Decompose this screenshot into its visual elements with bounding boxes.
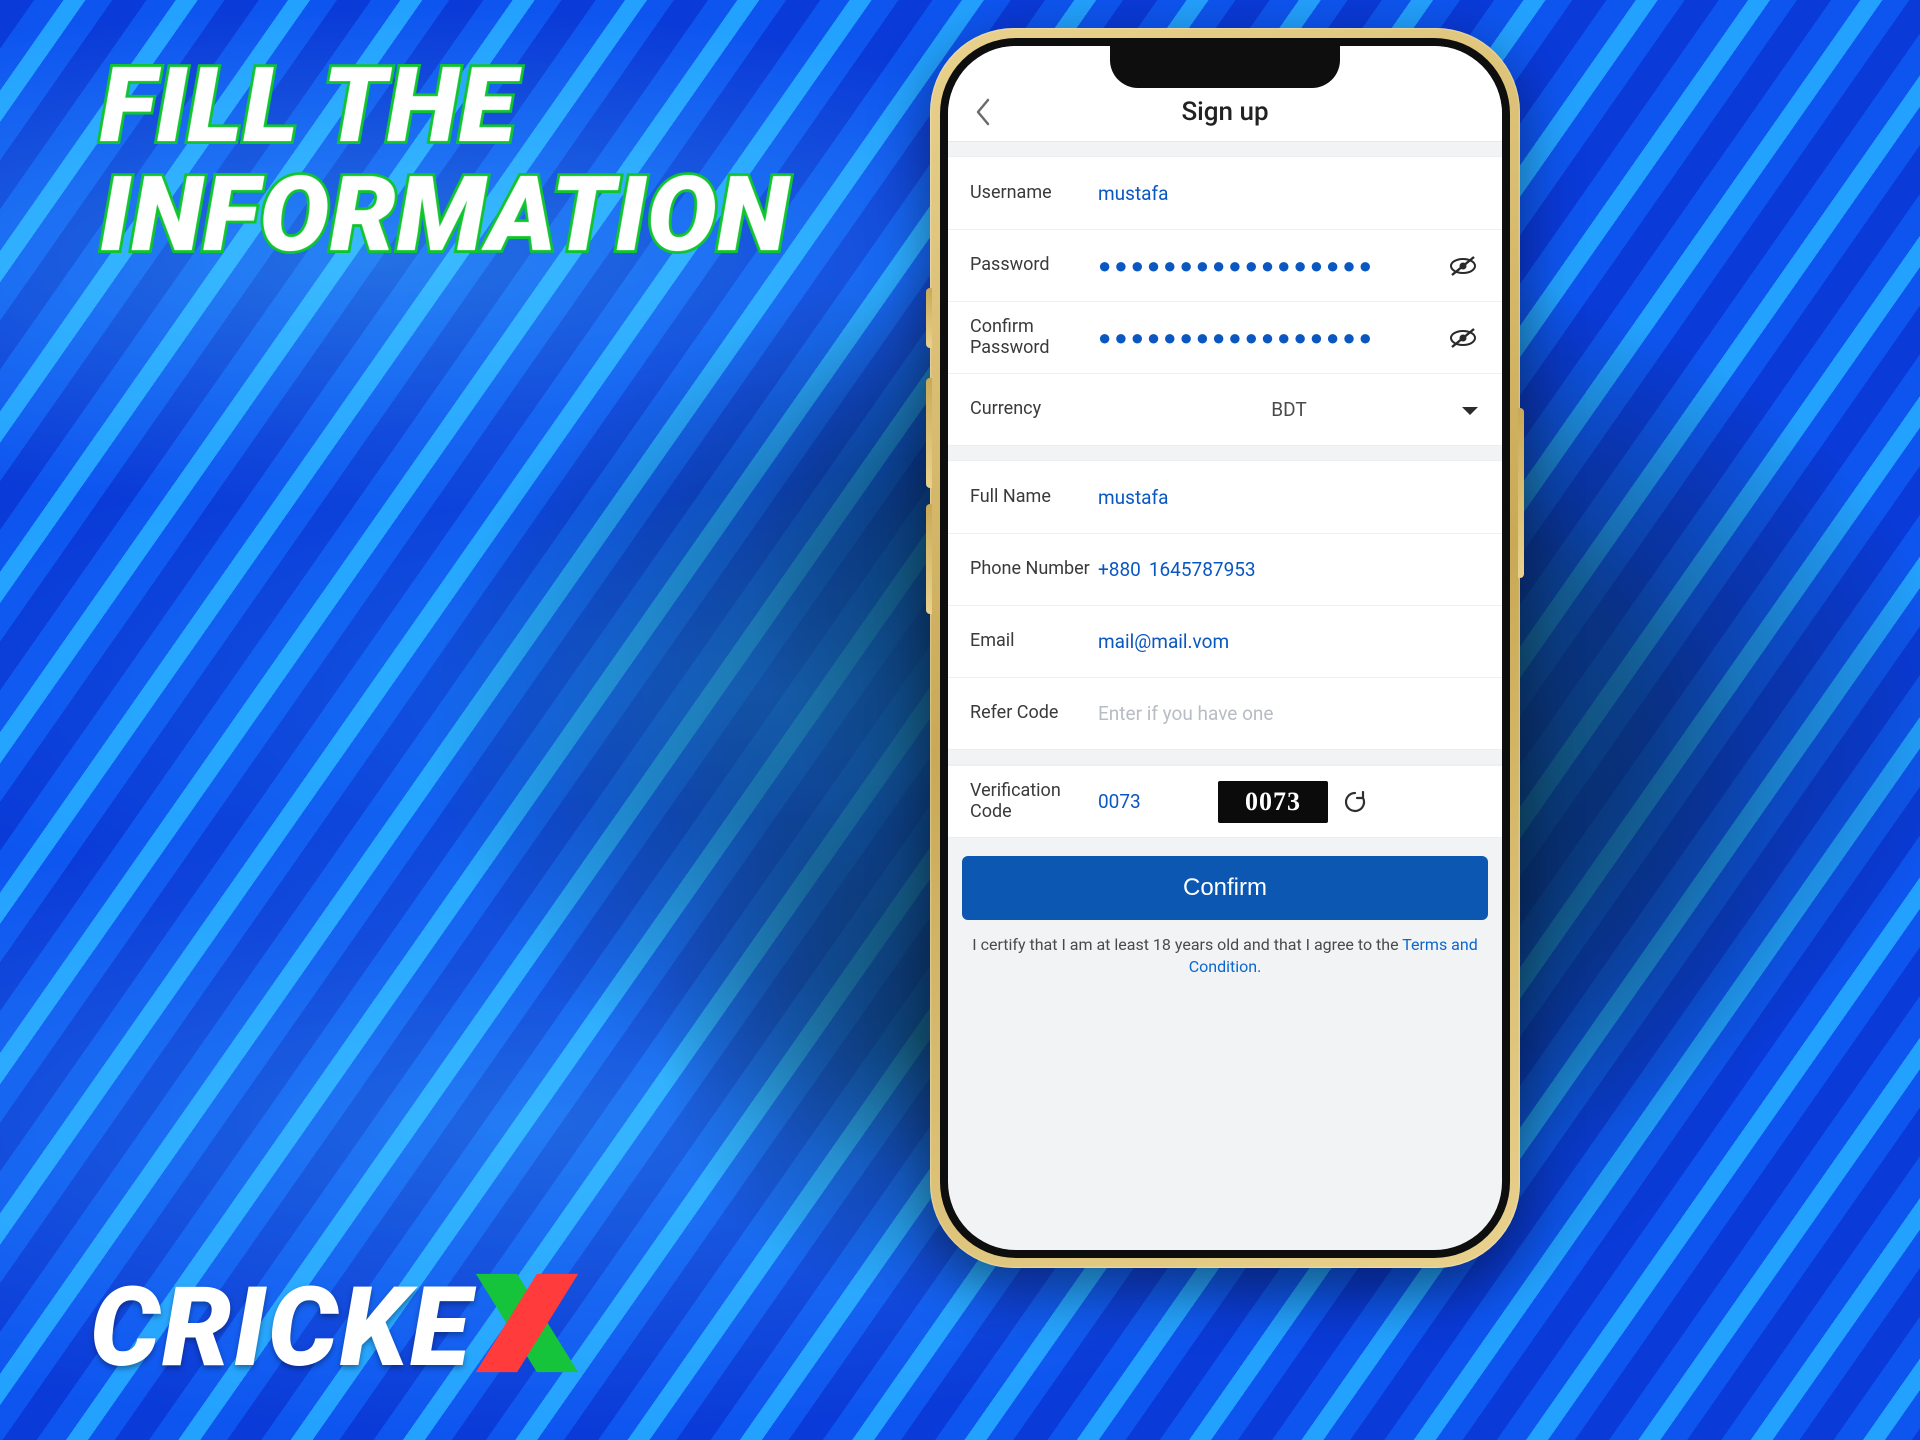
page-title: Sign up (1181, 97, 1268, 127)
eye-off-icon (1449, 327, 1477, 349)
phone-country-code[interactable]: +880 (1098, 558, 1141, 581)
full-name-input[interactable] (1098, 486, 1480, 509)
username-input[interactable] (1098, 182, 1480, 205)
label-username: Username (970, 183, 1098, 204)
refer-code-input[interactable] (1098, 702, 1480, 725)
label-verification-code: Verification Code (970, 781, 1098, 822)
personal-group: Full Name Phone Number +880 (948, 460, 1502, 750)
phone-side-button (1518, 408, 1524, 578)
back-button[interactable] (966, 95, 1000, 129)
password-mask[interactable]: ●●●●●●●●●●●●●●●●● (1098, 255, 1375, 277)
eye-off-icon (1449, 255, 1477, 277)
label-currency: Currency (970, 399, 1098, 420)
confirm-button[interactable]: Confirm (962, 856, 1488, 920)
label-phone: Phone Number (970, 559, 1098, 580)
brand-logo: CRICKE (90, 1263, 582, 1392)
currency-value: BDT (1271, 398, 1306, 421)
verification-code-input[interactable] (1098, 790, 1208, 813)
refresh-icon (1342, 789, 1368, 815)
phone-side-button (926, 288, 932, 348)
row-verification-code: Verification Code 0073 (948, 765, 1502, 837)
label-confirm-password: Confirm Password (970, 317, 1098, 358)
row-phone: Phone Number +880 (948, 533, 1502, 605)
phone-notch (1110, 46, 1340, 88)
phone-bezel: Sign up Username Password (940, 38, 1510, 1258)
headline: FILL THE INFORMATION (100, 52, 790, 270)
brand-text-left: CRICKE (90, 1263, 472, 1392)
label-refer-code: Refer Code (970, 703, 1098, 724)
row-currency[interactable]: Currency BDT (948, 373, 1502, 445)
captcha-image: 0073 (1218, 781, 1328, 823)
row-email: Email (948, 605, 1502, 677)
label-password: Password (970, 255, 1098, 276)
email-input[interactable] (1098, 630, 1480, 653)
credentials-group: Username Password ●●●●●●●●●●●●●●●●● (948, 156, 1502, 446)
headline-line-2: INFORMATION (100, 155, 790, 276)
confirm-password-mask[interactable]: ●●●●●●●●●●●●●●●●● (1098, 327, 1375, 349)
row-confirm-password: Confirm Password ●●●●●●●●●●●●●●●●● (948, 301, 1502, 373)
label-full-name: Full Name (970, 487, 1098, 508)
chevron-left-icon (974, 97, 992, 127)
toggle-confirm-password-visibility-button[interactable] (1446, 321, 1480, 355)
phone-input[interactable] (1149, 558, 1480, 581)
verification-group: Verification Code 0073 (948, 764, 1502, 838)
promo-canvas: FILL THE INFORMATION CRICKE (0, 0, 1920, 1440)
row-refer-code: Refer Code (948, 677, 1502, 749)
phone-side-button (926, 504, 932, 614)
row-password: Password ●●●●●●●●●●●●●●●●● (948, 229, 1502, 301)
phone-frame: Sign up Username Password (930, 28, 1520, 1268)
row-username: Username (948, 157, 1502, 229)
toggle-password-visibility-button[interactable] (1446, 249, 1480, 283)
brand-x-icon (472, 1263, 582, 1392)
phone-side-button (926, 378, 932, 488)
age-disclaimer: I certify that I am at least 18 years ol… (970, 934, 1480, 977)
phone-screen: Sign up Username Password (948, 46, 1502, 1250)
row-full-name: Full Name (948, 461, 1502, 533)
disclaimer-prefix: I certify that I am at least 18 years ol… (972, 935, 1402, 954)
signup-form: Username Password ●●●●●●●●●●●●●●●●● (948, 156, 1502, 977)
caret-down-icon (1460, 398, 1480, 422)
label-email: Email (970, 631, 1098, 652)
headline-line-1: FILL THE (100, 46, 517, 167)
refresh-captcha-button[interactable] (1338, 785, 1372, 819)
